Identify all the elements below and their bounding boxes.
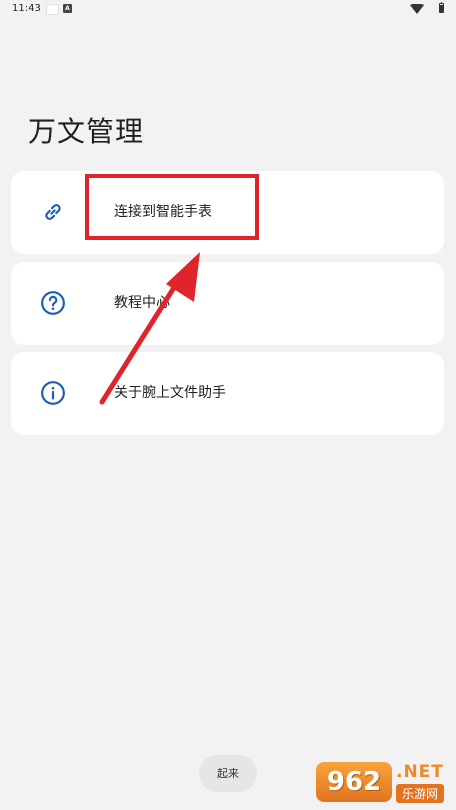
watermark-site: 乐游网 <box>396 784 445 803</box>
annotation-arrow <box>99 252 200 405</box>
bottom-action-button[interactable]: 起来 <box>199 755 257 792</box>
watermark-suffix: .NET <box>396 762 444 782</box>
site-watermark: 962 .NET 乐游网 <box>316 760 454 806</box>
watermark-badge: 962 <box>316 762 392 802</box>
